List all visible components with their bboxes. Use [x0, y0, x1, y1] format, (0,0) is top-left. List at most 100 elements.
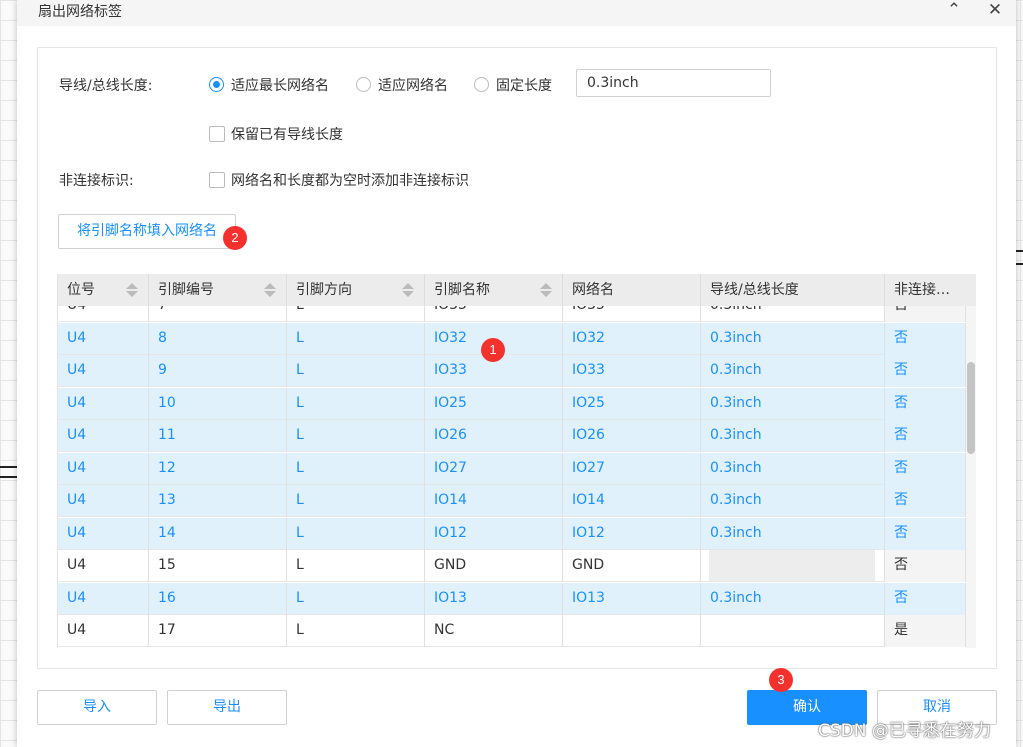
cell-no-connect[interactable]: 否	[885, 306, 966, 322]
table-row[interactable]: U4 16 L IO13 IO13 0.3inch 否	[58, 582, 966, 615]
table-row[interactable]: U4 10 L IO25 IO25 0.3inch 否	[58, 387, 966, 420]
table-row[interactable]: U4 17 L NC 是	[58, 615, 966, 647]
cell-net-name[interactable]: IO33	[563, 355, 701, 387]
fill-pin-name-button[interactable]: 将引脚名称填入网络名	[58, 214, 236, 249]
table-row[interactable]: U4 9 L IO33 IO33 0.3inch 否	[58, 355, 966, 387]
cell-net-name[interactable]: IO35	[563, 306, 701, 322]
col-header-pin-direction[interactable]: 引脚方向	[287, 274, 425, 306]
col-header-no-connect[interactable]: 非连接…	[885, 274, 976, 306]
radio-longest-net[interactable]	[209, 77, 224, 92]
col-header-net-name[interactable]: 网络名	[563, 274, 701, 306]
fixed-length-input[interactable]	[576, 69, 771, 97]
cell-pin-name: IO12	[425, 517, 563, 550]
cell-net-name[interactable]: IO27	[563, 452, 701, 485]
cell-no-connect[interactable]: 否	[885, 452, 966, 485]
radio-fixed-length-label[interactable]: 固定长度	[496, 75, 552, 95]
sort-icon[interactable]	[264, 283, 276, 298]
table-row[interactable]: U4 14 L IO12 IO12 0.3inch 否	[58, 517, 966, 550]
keep-existing-label[interactable]: 保留已有导线长度	[231, 124, 343, 144]
cell-net-name[interactable]	[563, 615, 701, 647]
col-header-pin-number[interactable]: 引脚编号	[149, 274, 287, 306]
cell-pin-name: IO35	[425, 306, 563, 322]
cell-wire-length[interactable]: 0.3inch	[701, 582, 885, 615]
cell-no-connect[interactable]: 是	[885, 615, 966, 647]
sort-icon[interactable]	[126, 283, 138, 298]
cell-pin-direction: L	[287, 517, 425, 550]
cell-no-connect[interactable]: 否	[885, 387, 966, 420]
sort-icon[interactable]	[540, 283, 552, 298]
scrollbar-thumb[interactable]	[967, 362, 975, 454]
keep-existing-checkbox[interactable]	[209, 126, 225, 142]
cell-no-connect[interactable]: 否	[885, 582, 966, 615]
wire-length-label: 导线/总线长度:	[59, 78, 153, 94]
cell-pin-direction: L	[287, 615, 425, 647]
cell-pin-number: 7	[149, 306, 287, 322]
cell-pin-name: GND	[425, 550, 563, 582]
no-connect-option-label[interactable]: 网络名和长度都为空时添加非连接标识	[231, 170, 469, 190]
canvas-wire	[0, 466, 17, 468]
cell-wire-length[interactable]: 0.3inch	[701, 485, 885, 517]
cell-wire-length[interactable]: 0.3inch	[701, 452, 885, 485]
cell-no-connect[interactable]: 否	[885, 322, 966, 355]
import-button[interactable]: 导入	[37, 690, 157, 725]
col-header-wire-length[interactable]: 导线/总线长度	[701, 274, 885, 306]
table-scrollbar[interactable]	[966, 306, 976, 648]
col-header-ref[interactable]: 位号	[58, 274, 149, 306]
cell-net-name[interactable]: IO26	[563, 420, 701, 452]
cell-pin-number: 8	[149, 322, 287, 355]
step-badge-1: 1	[481, 338, 505, 362]
table-row[interactable]: U4 13 L IO14 IO14 0.3inch 否	[58, 485, 966, 517]
cell-pin-name: NC	[425, 615, 563, 647]
col-header-pin-name[interactable]: 引脚名称	[425, 274, 563, 306]
cell-ref: U4	[58, 452, 149, 485]
cell-no-connect[interactable]: 否	[885, 550, 966, 582]
cell-net-name[interactable]: IO13	[563, 582, 701, 615]
cell-wire-length[interactable]	[701, 615, 885, 647]
table-row[interactable]: U4 11 L IO26 IO26 0.3inch 否	[58, 420, 966, 452]
table-header: 位号 引脚编号 引脚方向 引脚名称 网络名 导线/总线长度 非连接…	[58, 274, 976, 306]
cell-net-name[interactable]: IO12	[563, 517, 701, 550]
radio-fit-netname[interactable]	[356, 77, 371, 92]
cell-pin-direction: L	[287, 485, 425, 517]
cell-pin-name: IO26	[425, 420, 563, 452]
cell-no-connect[interactable]: 否	[885, 517, 966, 550]
cell-wire-length[interactable]: 0.3inch	[701, 322, 885, 355]
cell-ref: U4	[58, 615, 149, 647]
radio-fixed-length[interactable]	[474, 77, 489, 92]
close-icon[interactable]: ✕	[983, 0, 1007, 24]
table-row[interactable]: U4 15 L GND GND 否	[58, 550, 966, 582]
cell-pin-number: 14	[149, 517, 287, 550]
cell-net-name[interactable]: IO14	[563, 485, 701, 517]
radio-fit-netname-label[interactable]: 适应网络名	[378, 75, 448, 95]
collapse-icon[interactable]: ⌃	[942, 0, 966, 24]
watermark: CSDN @已寻悉在努力	[818, 721, 991, 741]
cell-wire-length[interactable]: 0.3inch	[701, 517, 885, 550]
cell-wire-length[interactable]: 0.3inch	[701, 420, 885, 452]
cell-net-name[interactable]: IO25	[563, 387, 701, 420]
cell-no-connect[interactable]: 否	[885, 355, 966, 387]
cell-no-connect[interactable]: 否	[885, 485, 966, 517]
cell-ref: U4	[58, 322, 149, 355]
cell-no-connect[interactable]: 否	[885, 420, 966, 452]
cell-net-name[interactable]: IO32	[563, 322, 701, 355]
export-button[interactable]: 导出	[167, 690, 287, 725]
cell-wire-length[interactable]: 0.3inch	[701, 306, 885, 322]
cell-pin-direction: L	[287, 355, 425, 387]
sort-icon[interactable]	[402, 283, 414, 298]
cell-ref: U4	[58, 306, 149, 322]
cell-pin-name: IO27	[425, 452, 563, 485]
no-connect-label: 非连接标识:	[59, 173, 134, 189]
cell-wire-length[interactable]: 0.3inch	[701, 355, 885, 387]
table-row[interactable]: U4 8 L IO32 IO32 0.3inch 否	[58, 322, 966, 355]
dialog-titlebar[interactable]: 扇出网络标签 ⌃ ✕	[17, 0, 1016, 26]
table-row[interactable]: U47LIO35IO350.3inch否	[58, 306, 966, 322]
cell-ref: U4	[58, 517, 149, 550]
cell-pin-direction: L	[287, 582, 425, 615]
cell-net-name[interactable]: GND	[563, 550, 701, 582]
table-row[interactable]: U4 12 L IO27 IO27 0.3inch 否	[58, 452, 966, 485]
radio-longest-net-label[interactable]: 适应最长网络名	[231, 75, 329, 95]
cell-wire-length[interactable]: 0.3inch	[701, 387, 885, 420]
no-connect-checkbox[interactable]	[209, 172, 225, 188]
cell-wire-length[interactable]	[701, 550, 885, 582]
cell-pin-direction: L	[287, 452, 425, 485]
